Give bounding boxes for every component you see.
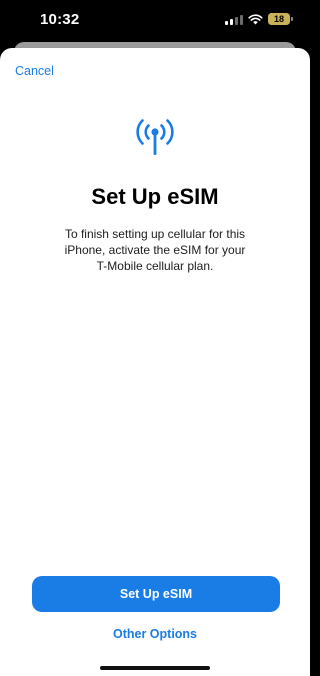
antenna-icon — [136, 119, 174, 155]
battery-level: 18 — [273, 14, 284, 24]
status-indicators: 18 — [225, 13, 293, 25]
status-bar: 10:32 18 — [0, 0, 310, 42]
setup-description: To finish setting up cellular for this i… — [64, 227, 246, 273]
other-options-button[interactable]: Other Options — [0, 627, 310, 641]
battery-icon: 18 — [268, 13, 293, 25]
page-title: Set Up eSIM — [91, 184, 219, 209]
esim-setup-sheet: Cancel Set Up eSIM To finish setting up … — [0, 48, 310, 676]
wifi-icon — [248, 13, 263, 24]
status-time: 10:32 — [40, 11, 80, 28]
cancel-button[interactable]: Cancel — [15, 64, 54, 78]
signal-icon — [225, 14, 243, 25]
set-up-esim-button[interactable]: Set Up eSIM — [32, 576, 280, 612]
home-indicator[interactable] — [100, 666, 210, 670]
